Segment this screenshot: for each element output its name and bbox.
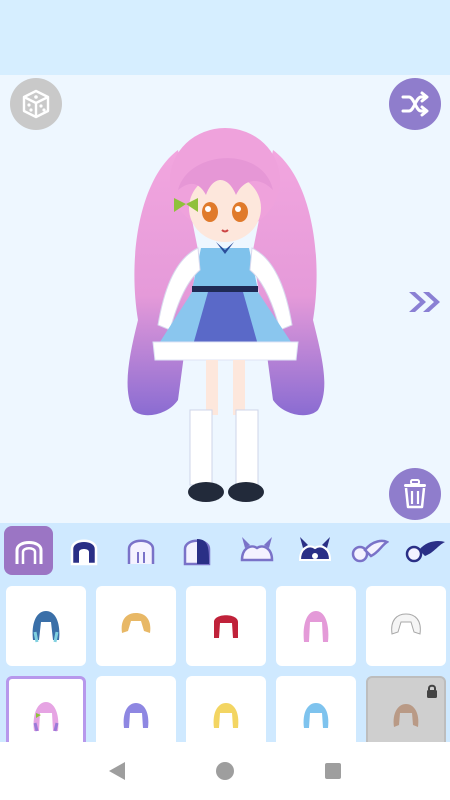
shuffle-button[interactable]	[389, 78, 441, 130]
hair-thumbnail	[213, 703, 239, 728]
hair-thumbnail	[214, 615, 238, 638]
item-hair-brown-locked[interactable]	[366, 676, 446, 742]
double-chevron-right-icon[interactable]	[406, 288, 444, 316]
wing-icon	[351, 539, 389, 562]
item-hair-sky-blue[interactable]	[276, 676, 356, 742]
hair-side-icon	[183, 538, 210, 565]
hair-thumbnail	[303, 611, 329, 642]
system-nav-bar	[0, 742, 450, 800]
hair-thumbnail	[123, 703, 149, 728]
recents-square-icon[interactable]	[323, 760, 343, 782]
hair-thumbnail	[303, 703, 329, 728]
tab-wing-dark[interactable]	[400, 526, 449, 575]
top-banner	[0, 0, 450, 75]
dice-icon	[22, 89, 50, 119]
horns-icon	[240, 536, 273, 561]
hair-back-icon	[70, 539, 97, 565]
back-triangle-icon[interactable]	[107, 760, 127, 782]
hair-thumbnail	[391, 613, 421, 635]
category-tab-bar	[0, 523, 450, 580]
item-hair-blonde-short[interactable]	[96, 586, 176, 666]
hair-thumbnail	[393, 704, 419, 727]
trash-button[interactable]	[389, 468, 441, 520]
wing-dark-icon	[405, 540, 445, 562]
tab-horns[interactable]	[232, 526, 281, 575]
item-hair-blue-teal[interactable]	[6, 586, 86, 666]
hair-thumbnail	[121, 613, 151, 633]
item-hair-pink-long[interactable]	[276, 586, 356, 666]
tab-horns-dark[interactable]	[290, 526, 339, 575]
hair-thumbnail	[32, 611, 60, 643]
item-hair-white[interactable]	[366, 586, 446, 666]
item-hair-lavender[interactable]	[96, 676, 176, 742]
doll-character	[127, 128, 325, 502]
tab-hair-side[interactable]	[172, 526, 221, 575]
shuffle-icon	[401, 91, 429, 117]
tab-bangs[interactable]	[116, 526, 165, 575]
tab-front-hair[interactable]	[4, 526, 53, 575]
lock-icon	[427, 684, 437, 698]
random-dice-button[interactable]	[10, 78, 62, 130]
home-circle-icon[interactable]	[215, 760, 235, 782]
item-hair-pink-purple[interactable]	[6, 676, 86, 742]
front-hair-icon	[15, 540, 42, 564]
tab-hair-back[interactable]	[59, 526, 108, 575]
item-grid	[0, 580, 450, 742]
bangs-icon	[127, 539, 154, 564]
hair-thumbnail	[33, 702, 59, 732]
item-hair-yellow[interactable]	[186, 676, 266, 742]
trash-icon	[404, 479, 426, 509]
tab-wing[interactable]	[344, 526, 393, 575]
horns-dark-icon	[298, 536, 331, 561]
item-hair-red[interactable]	[186, 586, 266, 666]
